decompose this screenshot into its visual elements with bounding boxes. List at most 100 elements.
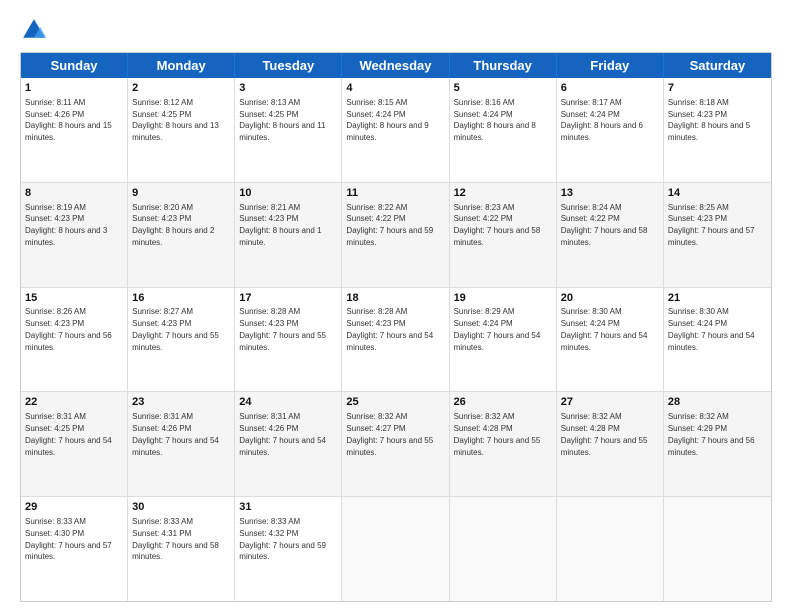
day-number: 10	[239, 186, 337, 201]
day-info: Sunrise: 8:28 AMSunset: 4:23 PMDaylight:…	[239, 307, 326, 351]
day-info: Sunrise: 8:32 AMSunset: 4:29 PMDaylight:…	[668, 412, 755, 456]
calendar-row-1: 1Sunrise: 8:11 AMSunset: 4:26 PMDaylight…	[21, 78, 771, 183]
calendar-row-4: 22 Sunrise: 8:31 AMSunset: 4:25 PMDayligh…	[21, 392, 771, 497]
day-number: 11	[346, 186, 444, 201]
day-number: 24	[239, 395, 337, 410]
header-day-monday: Monday	[128, 53, 235, 78]
logo-icon	[20, 16, 48, 44]
header-day-sunday: Sunday	[21, 53, 128, 78]
calendar-cell: 6 Sunrise: 8:17 AMSunset: 4:24 PMDaylight…	[557, 78, 664, 182]
day-info: Sunrise: 8:22 AMSunset: 4:22 PMDaylight:…	[346, 203, 433, 247]
calendar-cell	[450, 497, 557, 601]
calendar-cell: 29 Sunrise: 8:33 AMSunset: 4:30 PMDayligh…	[21, 497, 128, 601]
day-number: 17	[239, 291, 337, 306]
calendar-cell: 11 Sunrise: 8:22 AMSunset: 4:22 PMDayligh…	[342, 183, 449, 287]
day-info: Sunrise: 8:16 AMSunset: 4:24 PMDaylight:…	[454, 98, 536, 142]
day-number: 16	[132, 291, 230, 306]
day-info: Sunrise: 8:15 AMSunset: 4:24 PMDaylight:…	[346, 98, 428, 142]
day-number: 22	[25, 395, 123, 410]
day-number: 4	[346, 81, 444, 96]
day-info: Sunrise: 8:27 AMSunset: 4:23 PMDaylight:…	[132, 307, 219, 351]
day-number: 28	[668, 395, 767, 410]
calendar-cell	[557, 497, 664, 601]
day-number: 12	[454, 186, 552, 201]
calendar-cell: 4 Sunrise: 8:15 AMSunset: 4:24 PMDaylight…	[342, 78, 449, 182]
day-info: Sunrise: 8:30 AMSunset: 4:24 PMDaylight:…	[561, 307, 648, 351]
day-number: 8	[25, 186, 123, 201]
day-number: 7	[668, 81, 767, 96]
day-info: Sunrise: 8:31 AMSunset: 4:26 PMDaylight:…	[239, 412, 326, 456]
calendar-row-5: 29 Sunrise: 8:33 AMSunset: 4:30 PMDayligh…	[21, 497, 771, 601]
calendar-cell: 18Sunrise: 8:28 AMSunset: 4:23 PMDayligh…	[342, 288, 449, 392]
calendar-cell: 9Sunrise: 8:20 AMSunset: 4:23 PMDaylight…	[128, 183, 235, 287]
header-day-friday: Friday	[557, 53, 664, 78]
day-info: Sunrise: 8:32 AMSunset: 4:28 PMDaylight:…	[454, 412, 541, 456]
day-info: Sunrise: 8:26 AMSunset: 4:23 PMDaylight:…	[25, 307, 112, 351]
day-number: 29	[25, 500, 123, 515]
day-number: 30	[132, 500, 230, 515]
day-number: 6	[561, 81, 659, 96]
calendar-cell: 27 Sunrise: 8:32 AMSunset: 4:28 PMDayligh…	[557, 392, 664, 496]
calendar-body: 1Sunrise: 8:11 AMSunset: 4:26 PMDaylight…	[21, 78, 771, 601]
header-day-thursday: Thursday	[450, 53, 557, 78]
calendar-cell: 26 Sunrise: 8:32 AMSunset: 4:28 PMDayligh…	[450, 392, 557, 496]
calendar-cell: 21Sunrise: 8:30 AMSunset: 4:24 PMDayligh…	[664, 288, 771, 392]
day-info: Sunrise: 8:25 AMSunset: 4:23 PMDaylight:…	[668, 203, 755, 247]
calendar-cell: 16Sunrise: 8:27 AMSunset: 4:23 PMDayligh…	[128, 288, 235, 392]
calendar-cell: 30Sunrise: 8:33 AMSunset: 4:31 PMDayligh…	[128, 497, 235, 601]
header	[20, 16, 772, 44]
day-info: Sunrise: 8:32 AMSunset: 4:27 PMDaylight:…	[346, 412, 433, 456]
day-info: Sunrise: 8:32 AMSunset: 4:28 PMDaylight:…	[561, 412, 648, 456]
day-number: 21	[668, 291, 767, 306]
calendar-cell: 8Sunrise: 8:19 AMSunset: 4:23 PMDaylight…	[21, 183, 128, 287]
calendar-cell	[342, 497, 449, 601]
calendar-cell: 22 Sunrise: 8:31 AMSunset: 4:25 PMDayligh…	[21, 392, 128, 496]
calendar-cell: 20Sunrise: 8:30 AMSunset: 4:24 PMDayligh…	[557, 288, 664, 392]
calendar-cell: 1Sunrise: 8:11 AMSunset: 4:26 PMDaylight…	[21, 78, 128, 182]
calendar-cell: 24 Sunrise: 8:31 AMSunset: 4:26 PMDayligh…	[235, 392, 342, 496]
day-number: 13	[561, 186, 659, 201]
calendar-row-2: 8Sunrise: 8:19 AMSunset: 4:23 PMDaylight…	[21, 183, 771, 288]
day-info: Sunrise: 8:13 AMSunset: 4:25 PMDaylight:…	[239, 98, 325, 142]
day-number: 25	[346, 395, 444, 410]
calendar-cell: 15Sunrise: 8:26 AMSunset: 4:23 PMDayligh…	[21, 288, 128, 392]
day-info: Sunrise: 8:33 AMSunset: 4:30 PMDaylight:…	[25, 517, 112, 561]
day-number: 19	[454, 291, 552, 306]
day-number: 23	[132, 395, 230, 410]
calendar-cell: 10 Sunrise: 8:21 AMSunset: 4:23 PMDayligh…	[235, 183, 342, 287]
page: SundayMondayTuesdayWednesdayThursdayFrid…	[0, 0, 792, 612]
calendar-cell	[664, 497, 771, 601]
calendar-cell: 31Sunrise: 8:33 AMSunset: 4:32 PMDayligh…	[235, 497, 342, 601]
day-number: 27	[561, 395, 659, 410]
day-info: Sunrise: 8:17 AMSunset: 4:24 PMDaylight:…	[561, 98, 643, 142]
logo	[20, 16, 52, 44]
day-info: Sunrise: 8:29 AMSunset: 4:24 PMDaylight:…	[454, 307, 541, 351]
calendar-cell: 23Sunrise: 8:31 AMSunset: 4:26 PMDayligh…	[128, 392, 235, 496]
calendar-cell: 2 Sunrise: 8:12 AMSunset: 4:25 PMDaylight…	[128, 78, 235, 182]
day-number: 3	[239, 81, 337, 96]
day-number: 14	[668, 186, 767, 201]
day-number: 26	[454, 395, 552, 410]
day-info: Sunrise: 8:33 AMSunset: 4:32 PMDaylight:…	[239, 517, 326, 561]
calendar-cell: 5 Sunrise: 8:16 AMSunset: 4:24 PMDaylight…	[450, 78, 557, 182]
header-day-tuesday: Tuesday	[235, 53, 342, 78]
day-number: 5	[454, 81, 552, 96]
day-info: Sunrise: 8:21 AMSunset: 4:23 PMDaylight:…	[239, 203, 321, 247]
calendar-cell: 28 Sunrise: 8:32 AMSunset: 4:29 PMDayligh…	[664, 392, 771, 496]
calendar-header: SundayMondayTuesdayWednesdayThursdayFrid…	[21, 53, 771, 78]
calendar-cell: 17Sunrise: 8:28 AMSunset: 4:23 PMDayligh…	[235, 288, 342, 392]
day-number: 1	[25, 81, 123, 96]
day-info: Sunrise: 8:12 AMSunset: 4:25 PMDaylight:…	[132, 98, 219, 142]
calendar-cell: 14 Sunrise: 8:25 AMSunset: 4:23 PMDayligh…	[664, 183, 771, 287]
calendar-cell: 25 Sunrise: 8:32 AMSunset: 4:27 PMDayligh…	[342, 392, 449, 496]
day-info: Sunrise: 8:24 AMSunset: 4:22 PMDaylight:…	[561, 203, 648, 247]
day-info: Sunrise: 8:28 AMSunset: 4:23 PMDaylight:…	[346, 307, 433, 351]
day-info: Sunrise: 8:23 AMSunset: 4:22 PMDaylight:…	[454, 203, 541, 247]
calendar-cell: 12 Sunrise: 8:23 AMSunset: 4:22 PMDayligh…	[450, 183, 557, 287]
day-info: Sunrise: 8:31 AMSunset: 4:25 PMDaylight:…	[25, 412, 112, 456]
calendar-cell: 3 Sunrise: 8:13 AMSunset: 4:25 PMDaylight…	[235, 78, 342, 182]
day-info: Sunrise: 8:30 AMSunset: 4:24 PMDaylight:…	[668, 307, 755, 351]
day-number: 18	[346, 291, 444, 306]
calendar-cell: 19Sunrise: 8:29 AMSunset: 4:24 PMDayligh…	[450, 288, 557, 392]
day-number: 2	[132, 81, 230, 96]
